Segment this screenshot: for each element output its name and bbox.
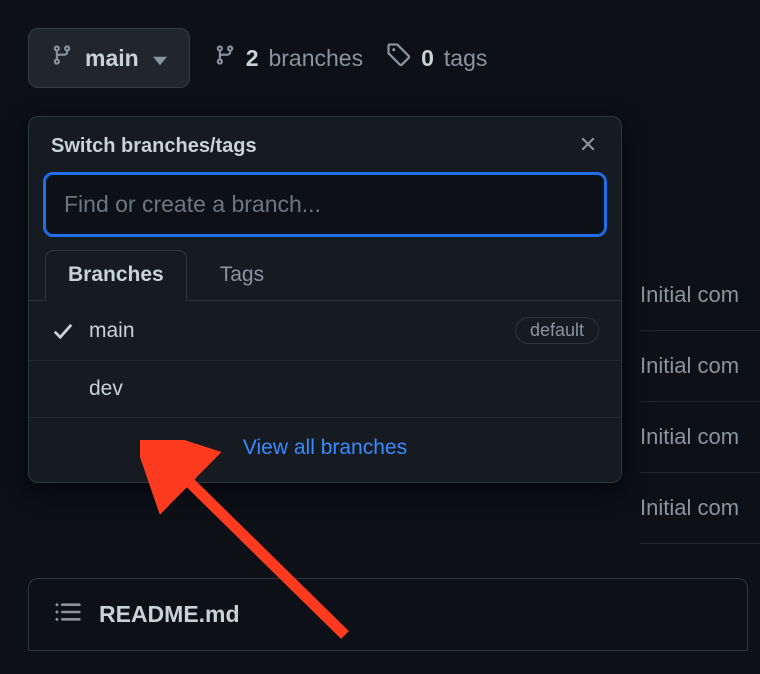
- close-button[interactable]: [577, 133, 599, 160]
- tag-icon: [387, 43, 411, 73]
- commit-message: Initial com: [640, 260, 760, 331]
- dropdown-header: Switch branches/tags: [29, 117, 621, 174]
- default-badge: default: [515, 317, 599, 344]
- tags-link[interactable]: 0 tags: [387, 43, 487, 73]
- branch-switcher-dropdown: Switch branches/tags Branches Tags main …: [28, 116, 622, 483]
- branch-select-button[interactable]: main: [28, 28, 190, 88]
- branch-name: dev: [89, 377, 599, 401]
- dropdown-title: Switch branches/tags: [51, 135, 257, 158]
- readme-filename: README.md: [99, 601, 240, 628]
- branch-item-dev[interactable]: dev: [29, 361, 621, 418]
- file-list-partial: Initial com Initial com Initial com Init…: [640, 260, 760, 544]
- branch-search-input[interactable]: [45, 174, 605, 235]
- branch-button-label: main: [85, 45, 139, 72]
- search-wrapper: [29, 174, 621, 249]
- commit-message: Initial com: [640, 331, 760, 402]
- view-all-row: View all branches: [29, 418, 621, 482]
- readme-header: README.md: [28, 578, 748, 651]
- check-icon: [51, 320, 75, 342]
- tags-label: tags: [444, 45, 487, 72]
- commit-message: Initial com: [640, 473, 760, 544]
- dropdown-tabs: Branches Tags: [29, 249, 621, 301]
- branches-label: branches: [268, 45, 363, 72]
- tags-count: 0: [421, 45, 434, 72]
- branches-link[interactable]: 2 branches: [214, 43, 363, 73]
- commit-message: Initial com: [640, 402, 760, 473]
- branch-item-main[interactable]: main default: [29, 301, 621, 361]
- view-all-branches-link[interactable]: View all branches: [243, 436, 407, 459]
- close-icon: [577, 133, 599, 160]
- git-branch-icon: [51, 43, 73, 73]
- caret-down-icon: [151, 45, 167, 72]
- list-icon[interactable]: [55, 601, 81, 628]
- tab-tags[interactable]: Tags: [197, 250, 287, 301]
- branch-list: main default dev: [29, 301, 621, 418]
- tab-branches[interactable]: Branches: [45, 250, 187, 301]
- branches-count: 2: [246, 45, 259, 72]
- git-branch-icon: [214, 43, 236, 73]
- branch-name: main: [89, 319, 501, 343]
- repo-toolbar: main 2 branches 0 tags: [0, 0, 760, 100]
